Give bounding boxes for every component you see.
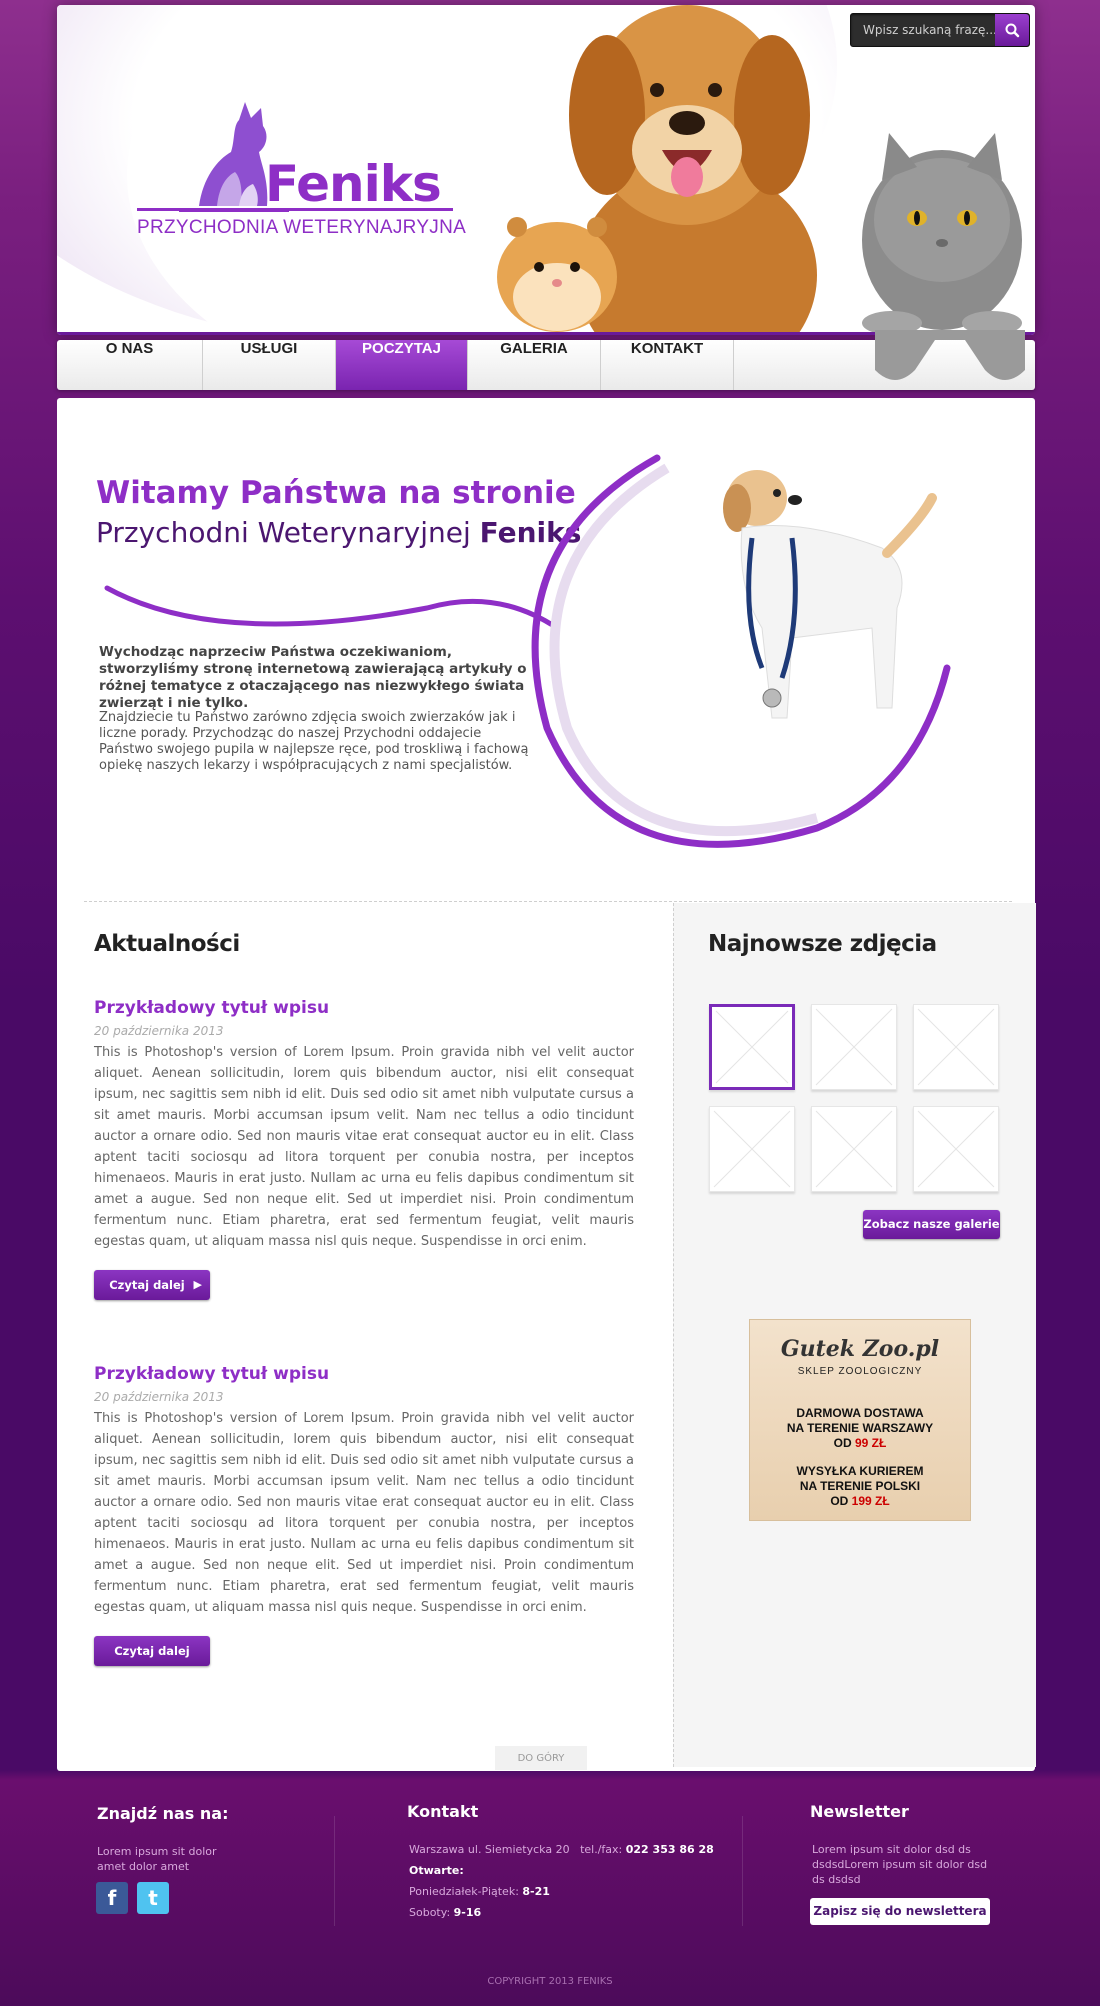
footer-find-heading: Znajdź nas na: (97, 1804, 229, 1823)
photo-thumbnail[interactable] (811, 1004, 897, 1090)
news-heading: Aktualności (94, 931, 240, 957)
footer-contact-address: Warszawa ul. Siemietycka 20 tel./fax: 02… (409, 1842, 714, 1857)
welcome-intro-bold: Wychodząc naprzeciw Państwa oczekiwaniom… (99, 644, 527, 711)
footer: Znajdź nas na: Lorem ipsum sit dolor ame… (0, 1780, 1100, 2006)
logo-underline (137, 208, 453, 211)
logo-subtitle: PRZYCHODNIA WETERYNAJRYJNA (137, 217, 467, 238)
image-placeholder-icon (713, 1110, 791, 1188)
open-label: Otwarte: (409, 1864, 464, 1877)
ad-line-prefix: OD (830, 1494, 852, 1508)
weekdays-hours: 8-21 (522, 1885, 550, 1898)
ad-price: 199 ZŁ (851, 1494, 890, 1508)
copyright: COPYRIGHT 2013 FENIKS (487, 1976, 613, 1987)
phone-label: tel./fax: (580, 1843, 623, 1856)
weekdays-label: Poniedziałek-Piątek: (409, 1885, 519, 1898)
footer-newsletter-heading: Newsletter (810, 1802, 909, 1821)
footer-newsletter-text: Lorem ipsum sit dolor dsd ds dsdsdLorem … (812, 1843, 988, 1886)
image-placeholder-icon (917, 1008, 995, 1086)
footer-separator (742, 1816, 743, 1926)
image-placeholder-icon (917, 1110, 995, 1188)
ad-price: 99 ZŁ (855, 1436, 887, 1450)
nav-item-uslugi[interactable]: USŁUGI (203, 340, 336, 390)
section-divider (84, 901, 1012, 902)
logo[interactable]: Feniks PRZYCHODNIA WETERYNAJRYJNA (137, 95, 467, 245)
post-title[interactable]: Przykładowy tytuł wpisu (94, 1364, 639, 1384)
news-post: Przykładowy tytuł wpisu 20 października … (94, 1364, 639, 1666)
post-body: This is Photoshop's version of Lorem Ips… (94, 1411, 634, 1615)
ad-logo: Gutek Zoo.pl (780, 1336, 940, 1362)
welcome-intro: Znajdziecie tu Państwo zarówno zdjęcia s… (99, 710, 529, 773)
ad-line: OD 99 ZŁ (750, 1436, 970, 1451)
photos-heading: Najnowsze zdjęcia (708, 931, 937, 957)
nav-item-o-nas[interactable]: O NAS (57, 340, 203, 390)
ad-line: WYSYŁKA KURIEREM (796, 1464, 924, 1478)
back-to-top-button[interactable]: DO GÓRY (495, 1746, 587, 1770)
footer-contact-heading: Kontakt (407, 1802, 479, 1821)
cat-paws-image (875, 330, 1025, 380)
ad-line-prefix: OD (833, 1436, 855, 1450)
phone: 022 353 86 28 (625, 1843, 714, 1856)
read-more-label: Czytaj dalej (109, 1278, 185, 1292)
post-title[interactable]: Przykładowy tytuł wpisu (94, 998, 639, 1018)
main-content: Witamy Państwa na stronie Przychodni Wet… (57, 398, 1036, 1771)
post-date: 20 października 2013 (94, 1024, 224, 1038)
nav-item-kontakt[interactable]: KONTAKT (601, 340, 734, 390)
ad-subtitle: SKLEP ZOOLOGICZNY (797, 1366, 923, 1377)
pets-header-image (497, 5, 1022, 335)
photo-thumbnail[interactable] (709, 1106, 795, 1192)
header: Feniks PRZYCHODNIA WETERYNAJRYJNA (57, 5, 1035, 335)
image-placeholder-icon (715, 1010, 789, 1084)
nav-item-poczytaj[interactable]: POCZYTAJ (336, 340, 468, 390)
photo-thumbnail[interactable] (913, 1004, 999, 1090)
newsletter-subscribe-button[interactable]: Zapisz się do newslettera (810, 1898, 990, 1925)
news-post: Przykładowy tytuł wpisu 20 października … (94, 998, 639, 1300)
facebook-icon[interactable]: f (96, 1882, 128, 1914)
photo-thumbnail[interactable] (913, 1106, 999, 1192)
address: Warszawa ul. Siemietycka 20 (409, 1843, 570, 1856)
read-more-button[interactable]: Czytaj dalej ▶ (94, 1270, 210, 1300)
footer-weekdays: Poniedziałek-Piątek: 8-21 (409, 1884, 550, 1899)
ad-line: DARMOWA DOSTAWA (796, 1406, 924, 1420)
ad-line: OD 199 ZŁ (750, 1494, 970, 1509)
logo-name: Feniks (265, 155, 442, 213)
see-galleries-button[interactable]: Zobacz nasze galerie (863, 1210, 1000, 1239)
post-body: This is Photoshop's version of Lorem Ips… (94, 1045, 634, 1249)
twitter-icon[interactable]: t (137, 1882, 169, 1914)
arrow-right-icon: ▶ (193, 1278, 202, 1291)
image-placeholder-icon (815, 1008, 893, 1086)
saturday-label: Soboty: (409, 1906, 451, 1919)
footer-separator (334, 1816, 335, 1926)
ad-line: NA TERENIE POLSKI (799, 1479, 921, 1493)
gutek-zoo-ad-banner[interactable]: Gutek Zoo.pl SKLEP ZOOLOGICZNY DARMOWA D… (749, 1319, 971, 1521)
nav-item-galeria[interactable]: GALERIA (468, 340, 601, 390)
read-more-button[interactable]: Czytaj dalej (94, 1636, 210, 1666)
photo-thumbnail[interactable] (709, 1004, 795, 1090)
photo-thumbnail[interactable] (811, 1106, 897, 1192)
image-placeholder-icon (815, 1110, 893, 1188)
puppy-doctor-image (723, 470, 937, 719)
footer-open-label: Otwarte: (409, 1863, 464, 1878)
footer-find-text: Lorem ipsum sit dolor amet dolor amet (97, 1845, 217, 1873)
post-date: 20 października 2013 (94, 1390, 224, 1404)
saturday-hours: 9-16 (453, 1906, 482, 1919)
footer-saturday: Soboty: 9-16 (409, 1905, 481, 1920)
ad-line: NA TERENIE WARSZAWY (786, 1421, 934, 1435)
